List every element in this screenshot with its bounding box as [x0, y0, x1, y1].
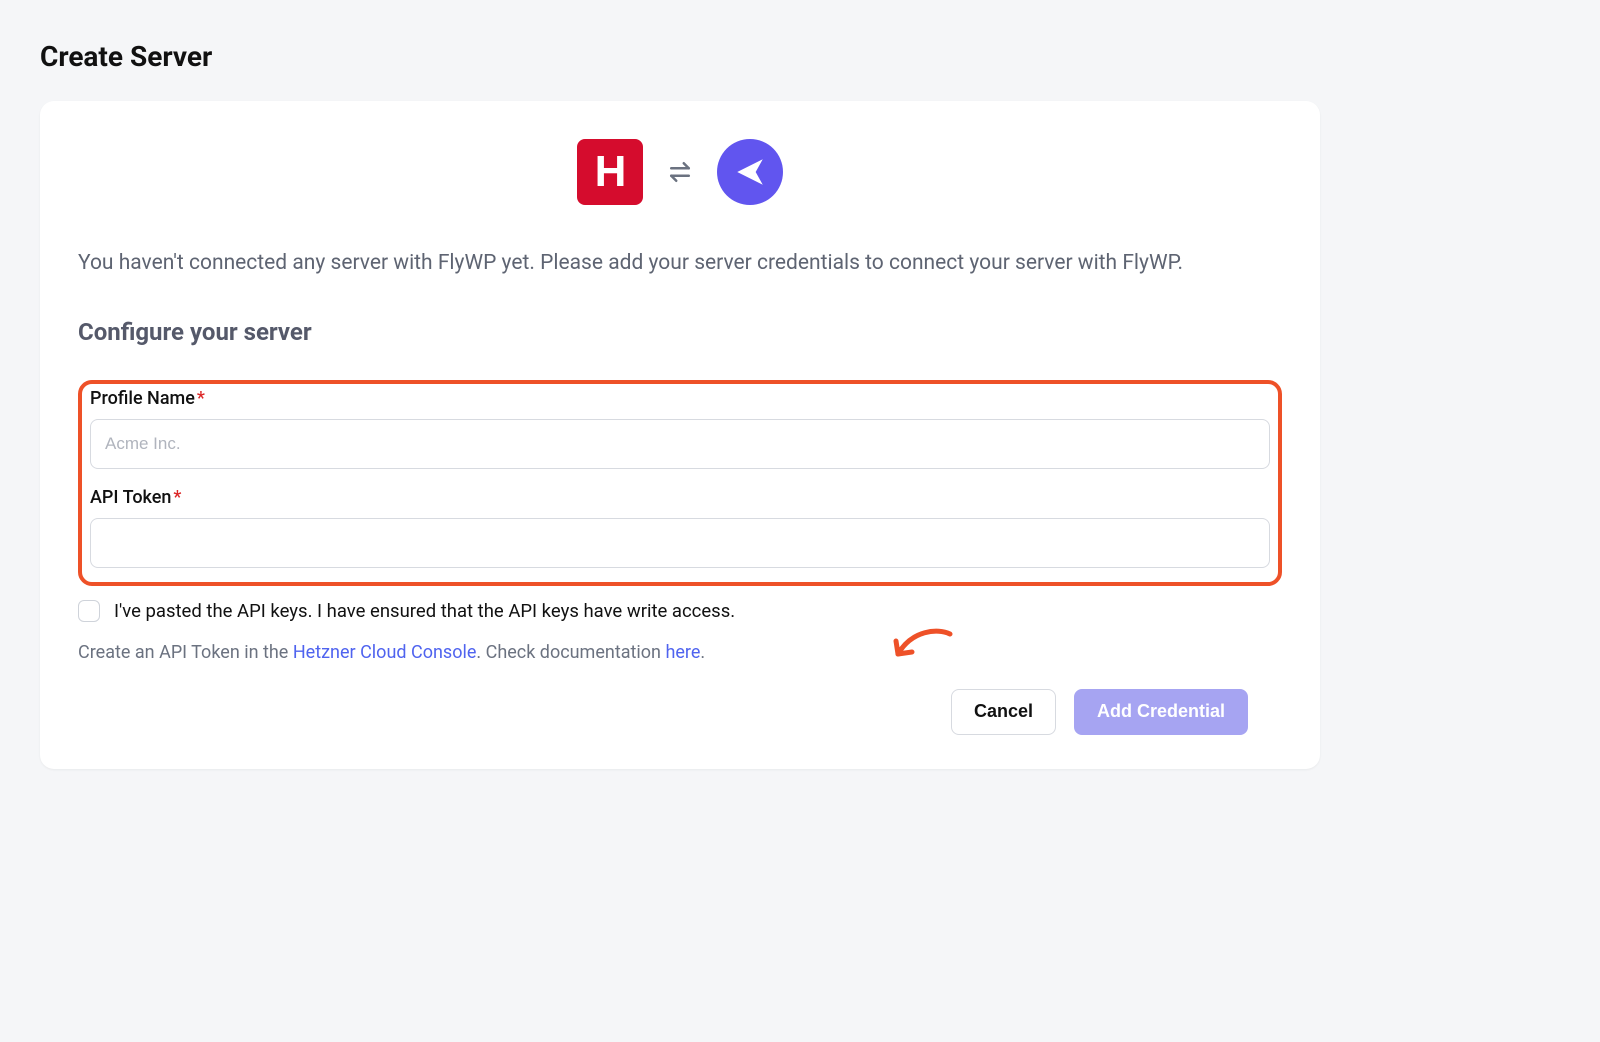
configure-heading: Configure your server	[78, 318, 1282, 346]
required-asterisk: *	[173, 487, 181, 508]
page-title: Create Server	[40, 40, 1560, 73]
profile-name-input[interactable]	[90, 419, 1270, 469]
intro-text: You haven't connected any server with Fl…	[78, 247, 1282, 280]
api-token-field: API Token*	[90, 487, 1270, 568]
credentials-highlight-box: Profile Name* API Token*	[78, 380, 1282, 586]
form-actions: Cancel Add Credential	[78, 689, 1282, 735]
cancel-button[interactable]: Cancel	[951, 689, 1056, 735]
api-token-label: API Token*	[90, 487, 1270, 508]
help-mid: . Check documentation	[476, 642, 665, 663]
add-credential-button[interactable]: Add Credential	[1074, 689, 1248, 735]
annotation-arrow-icon	[888, 626, 958, 675]
create-server-card: H You haven't connected any server with …	[40, 101, 1320, 769]
help-prefix: Create an API Token in the	[78, 642, 293, 663]
hetzner-logo-icon: H	[577, 139, 643, 205]
swap-arrows-icon	[665, 157, 695, 187]
api-token-label-text: API Token	[90, 487, 171, 508]
profile-name-label: Profile Name*	[90, 388, 1270, 409]
provider-logos-row: H	[78, 139, 1282, 205]
hetzner-console-link[interactable]: Hetzner Cloud Console	[293, 642, 477, 663]
confirm-keys-label: I've pasted the API keys. I have ensured…	[114, 600, 735, 622]
api-token-input[interactable]	[90, 518, 1270, 568]
required-asterisk: *	[197, 388, 205, 409]
confirm-keys-checkbox[interactable]	[78, 600, 100, 622]
profile-name-field: Profile Name*	[90, 388, 1270, 469]
flywp-logo-icon	[717, 139, 783, 205]
help-text: Create an API Token in the Hetzner Cloud…	[78, 642, 1282, 663]
profile-name-label-text: Profile Name	[90, 388, 195, 409]
documentation-link[interactable]: here	[665, 642, 700, 663]
help-suffix: .	[700, 642, 705, 663]
confirm-keys-row: I've pasted the API keys. I have ensured…	[78, 600, 1282, 622]
